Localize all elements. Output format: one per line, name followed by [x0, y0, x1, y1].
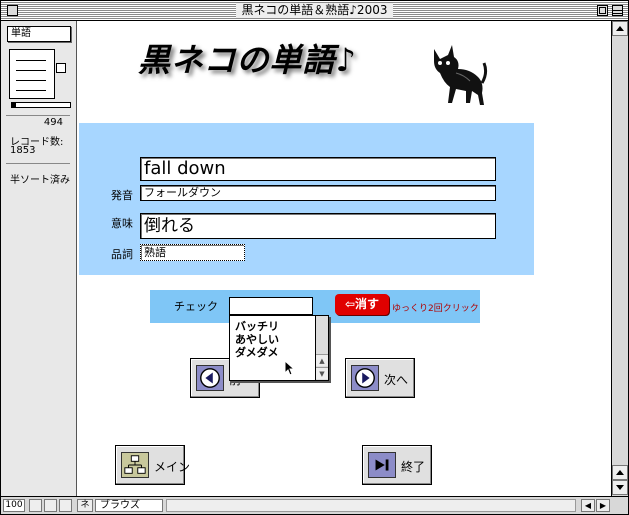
book-line: [16, 70, 46, 71]
record-slider[interactable]: [11, 102, 71, 108]
scroll-down-icon[interactable]: ▼: [316, 367, 328, 379]
org-chart-icon: [121, 452, 149, 478]
word-field[interactable]: fall down: [140, 157, 496, 181]
next-label: 次へ: [384, 373, 409, 387]
book-line: [16, 60, 46, 61]
next-button[interactable]: 次へ: [345, 358, 415, 398]
mode-icon[interactable]: ネ: [77, 499, 93, 512]
sort-status: 半ソート済み: [10, 175, 70, 186]
erase-hint: ゆっくり2回クリック: [392, 304, 479, 314]
book-page-left: [9, 49, 55, 99]
check-label: チェック: [174, 300, 218, 313]
vertical-scrollbar[interactable]: [611, 21, 628, 496]
app-title: 黒ネコの単語♪: [138, 41, 357, 79]
book-tab[interactable]: [56, 63, 66, 73]
skip-end-icon: [368, 452, 396, 478]
window-title: 黒ネコの単語＆熟語♪2003: [235, 3, 394, 18]
zoom-out-icon[interactable]: [29, 499, 42, 512]
check-field[interactable]: [229, 297, 313, 315]
pos-field[interactable]: 熟語: [140, 244, 245, 261]
status-toggle-icon[interactable]: [59, 499, 72, 512]
scroll-down-icon[interactable]: [612, 480, 628, 495]
record-count: 1853: [10, 145, 36, 156]
layout-content: 黒ネコの単語♪ fall down 発音 フォールダウン 意味 倒れる 品詞 熟…: [78, 21, 611, 496]
scroll-up-icon[interactable]: [612, 465, 628, 480]
scroll-up-icon[interactable]: ▲: [316, 354, 328, 366]
cat-image: [434, 45, 488, 105]
mode-popup[interactable]: ブラウズ: [95, 499, 163, 512]
meaning-field[interactable]: 倒れる: [140, 213, 496, 239]
title-bar[interactable]: 黒ネコの単語＆熟語♪2003: [1, 1, 628, 21]
app-window: 黒ネコの単語＆熟語♪2003 単語 494 レコード数: 1853 半ソート済み…: [0, 0, 629, 515]
zoom-level[interactable]: 100: [3, 499, 25, 512]
erase-button[interactable]: ⇦消す: [335, 294, 389, 315]
main-button[interactable]: メイン: [115, 445, 190, 485]
zoom-box-icon[interactable]: [597, 5, 608, 16]
book-line: [16, 90, 46, 91]
reading-label: 発音: [111, 189, 133, 202]
main-label: メイン: [154, 460, 191, 474]
quit-button[interactable]: 終了: [362, 445, 432, 485]
status-area: 単語 494 レコード数: 1853 半ソート済み: [1, 21, 77, 496]
pos-label: 品詞: [111, 248, 133, 261]
dropdown-scrollbar[interactable]: ▲ ▼: [315, 316, 328, 380]
dropdown-item[interactable]: ダメダメ: [235, 344, 278, 360]
book-icon[interactable]: [9, 49, 71, 109]
horizontal-scrollbar[interactable]: [166, 499, 576, 512]
close-box-icon[interactable]: [7, 5, 18, 16]
scroll-left-icon[interactable]: ◀: [581, 499, 595, 512]
divider: [6, 163, 70, 164]
meaning-label: 意味: [111, 217, 133, 230]
reading-field[interactable]: フォールダウン: [140, 185, 496, 201]
zoom-in-icon[interactable]: [44, 499, 57, 512]
layout-popup[interactable]: 単語: [7, 26, 71, 42]
check-dropdown[interactable]: バッチリ あやしい ダメダメ ▲ ▼: [229, 315, 329, 381]
bottom-bar: 100 ネ ブラウズ ◀ ▶: [1, 496, 628, 514]
next-arrow-icon: [351, 365, 379, 391]
prev-arrow-icon: [196, 365, 224, 391]
scroll-right-icon[interactable]: ▶: [596, 499, 610, 512]
quit-label: 終了: [401, 460, 426, 474]
scroll-up-icon[interactable]: [612, 21, 628, 36]
total-records: 494: [43, 117, 63, 128]
mouse-cursor-icon: [284, 360, 296, 376]
collapse-box-icon[interactable]: [612, 5, 623, 16]
divider: [6, 115, 70, 116]
book-line: [16, 80, 46, 81]
